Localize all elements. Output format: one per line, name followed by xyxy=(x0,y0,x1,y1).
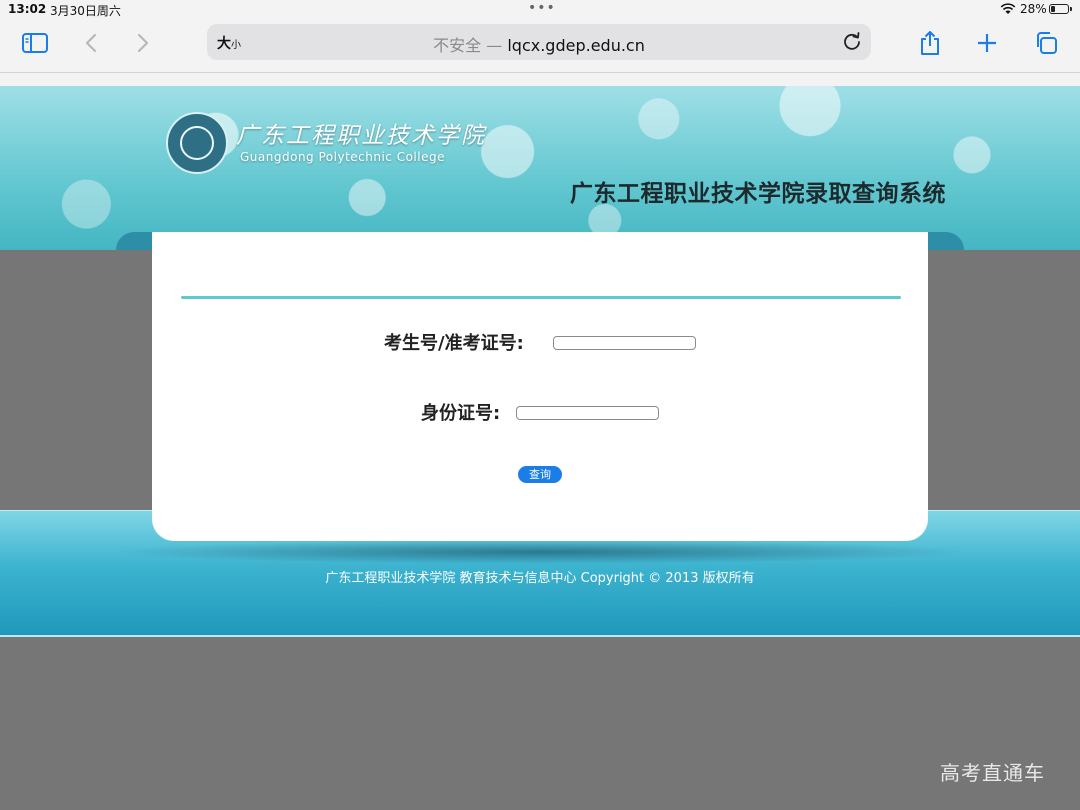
query-form-card: 考生号/准考证号: 身份证号: 查询 xyxy=(152,232,928,541)
copyright-text: 广东工程职业技术学院 教育技术与信息中心 Copyright © 2013 版权… xyxy=(325,571,755,586)
back-icon[interactable] xyxy=(76,28,106,58)
status-bar: 13:02 3月30日周六 ••• 28% xyxy=(0,0,1080,20)
college-name-en: Guangdong Polytechnic College xyxy=(240,150,445,164)
sidebar-icon[interactable] xyxy=(20,28,50,58)
plus-icon[interactable] xyxy=(972,28,1002,58)
toolbar-gap xyxy=(0,73,1080,86)
college-emblem-icon xyxy=(166,112,228,174)
id-number-input[interactable] xyxy=(516,406,659,420)
url-separator: — xyxy=(486,36,503,55)
query-button[interactable]: 查询 xyxy=(518,466,562,483)
exam-number-input[interactable] xyxy=(553,336,696,350)
battery-icon xyxy=(1049,4,1072,14)
multitasking-dots-icon[interactable]: ••• xyxy=(528,0,556,16)
address-bar[interactable]: 大小 不安全 — lqcx.gdep.edu.cn xyxy=(207,24,871,60)
exam-number-label: 考生号/准考证号: xyxy=(384,333,524,354)
page-title: 广东工程职业技术学院录取查询系统 xyxy=(570,181,946,207)
watermark: 高考直通车 xyxy=(940,761,1045,785)
url-display[interactable]: 不安全 — lqcx.gdep.edu.cn xyxy=(207,32,871,56)
college-name-cn: 广东工程职业技术学院 xyxy=(236,123,486,149)
share-icon[interactable] xyxy=(915,28,945,58)
browser-toolbar: 大小 不安全 — lqcx.gdep.edu.cn xyxy=(0,20,1080,73)
battery-percent: 28% xyxy=(1020,2,1047,16)
security-label: 不安全 xyxy=(433,36,482,55)
wifi-icon xyxy=(1000,3,1016,14)
id-number-label: 身份证号: xyxy=(421,403,501,424)
status-date: 3月30日周六 xyxy=(50,4,121,18)
card-shadow xyxy=(110,540,970,564)
forward-icon[interactable] xyxy=(128,28,158,58)
page-header-banner xyxy=(0,86,1080,250)
reload-icon[interactable] xyxy=(841,30,863,52)
tabs-icon[interactable] xyxy=(1031,28,1061,58)
divider-rule xyxy=(181,296,901,299)
url-domain: lqcx.gdep.edu.cn xyxy=(507,36,645,55)
status-time: 13:02 xyxy=(8,2,47,16)
